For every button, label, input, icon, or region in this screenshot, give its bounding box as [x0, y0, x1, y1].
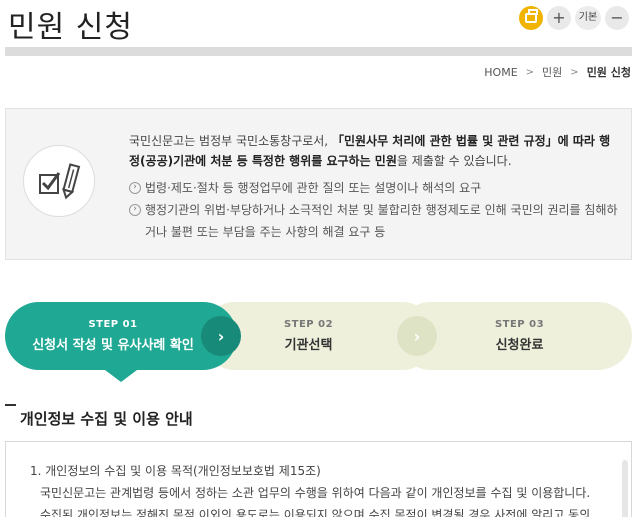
privacy-notice-box[interactable]: 1. 개인정보의 수집 및 이용 목적(개인정보보호법 제15조) 국민신문고는…: [5, 441, 632, 517]
breadcrumb-level1[interactable]: 민원: [542, 64, 562, 80]
breadcrumb: HOME > 민원 > 민원 신청: [484, 64, 631, 80]
breadcrumb-current: 민원 신청: [586, 66, 631, 79]
zoom-out-button[interactable]: −: [605, 6, 629, 30]
step-3-number: STEP 03: [494, 319, 545, 330]
checklist-pencil-icon: [39, 163, 81, 200]
info-intro-part2: 을 제출할 수 있습니다.: [396, 154, 512, 168]
info-list: 법령·제도·절차 등 행정업무에 관한 질의 또는 설명이나 해석의 요구 행정…: [129, 177, 619, 243]
zoom-in-button[interactable]: +: [547, 6, 571, 30]
info-text: 국민신문고는 범정부 국민소통창구로서, 「민원사무 처리에 관한 법률 및 관…: [129, 131, 619, 243]
print-icon: [525, 9, 538, 23]
page-tools: + 기본 −: [519, 6, 629, 30]
info-icon-circle: [23, 145, 95, 217]
privacy-scrollbar[interactable]: [622, 460, 628, 517]
info-list-item: 행정기관의 위법·부당하거나 소극적인 처분 및 불합리한 행정제도로 인해 국…: [129, 199, 619, 243]
privacy-paragraph: 국민신문고는 관계법령 등에서 정하는 소관 업무의 수행을 위하여 다음과 같…: [40, 486, 591, 500]
step-2-number: STEP 02: [283, 319, 334, 330]
info-list-item: 법령·제도·절차 등 행정업무에 관한 질의 또는 설명이나 해석의 요구: [129, 177, 619, 199]
print-button[interactable]: [519, 6, 543, 30]
breadcrumb-home[interactable]: HOME: [484, 66, 517, 79]
section-marker: [5, 404, 16, 406]
title-divider: [5, 47, 632, 56]
breadcrumb-separator: >: [525, 66, 535, 78]
chevron-right-icon: ›: [397, 316, 437, 356]
page-title: 민원 신청: [8, 10, 133, 45]
privacy-paragraph: 수집된 개인정보는 정해진 목적 이외의 용도로는 이용되지 않으며 수집 목적…: [40, 508, 591, 517]
info-intro-part1: 국민신문고는 범정부 국민소통창구로서,: [129, 134, 332, 148]
step-2-title: 기관선택: [284, 338, 333, 353]
breadcrumb-separator: >: [570, 66, 579, 78]
zoom-reset-button[interactable]: 기본: [575, 6, 601, 30]
chevron-right-icon: ›: [201, 316, 241, 356]
privacy-heading: 1. 개인정보의 수집 및 이용 목적(개인정보보호법 제15조): [30, 464, 321, 478]
active-step-pointer: [105, 370, 137, 382]
step-progress: STEP 03 신청완료 STEP 02 기관선택 STEP 01 신청서 작성…: [5, 302, 632, 382]
step-1-number: STEP 01: [88, 319, 138, 330]
step-3-title: 신청완료: [495, 338, 544, 353]
section-title: 개인정보 수집 및 이용 안내: [20, 410, 193, 428]
step-1-title: 신청서 작성 및 유사사례 확인: [32, 338, 194, 353]
privacy-content: 1. 개인정보의 수집 및 이용 목적(개인정보보호법 제15조) 국민신문고는…: [30, 460, 616, 517]
info-intro: 국민신문고는 범정부 국민소통창구로서, 「민원사무 처리에 관한 법률 및 관…: [129, 131, 619, 171]
info-box: 국민신문고는 범정부 국민소통창구로서, 「민원사무 처리에 관한 법률 및 관…: [5, 108, 632, 260]
